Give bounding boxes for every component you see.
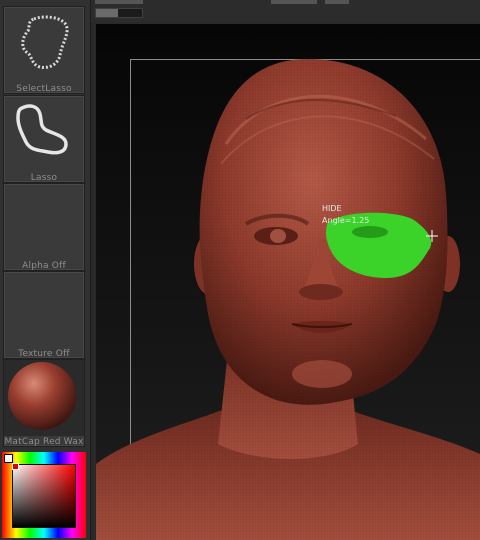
lasso-tool[interactable]: Lasso <box>3 95 85 183</box>
matcap-sphere-icon <box>4 360 84 436</box>
material-label: MatCap Red Wax <box>4 437 84 447</box>
alpha-slot[interactable]: Alpha Off <box>3 183 85 271</box>
color-picker[interactable] <box>2 452 86 538</box>
hud-angle-label: Angle=1.25 <box>322 216 370 225</box>
toolbar-slider[interactable] <box>95 8 143 18</box>
toolbar-tab-2[interactable] <box>271 0 317 4</box>
texture-icon <box>4 272 84 348</box>
toolbar-tab-1[interactable] <box>95 0 143 4</box>
select-lasso-icon <box>21 15 69 69</box>
lasso-label: Lasso <box>30 173 58 183</box>
top-toolbar <box>91 0 480 22</box>
select-lasso-tool[interactable]: SelectLasso <box>3 6 85 94</box>
toolbar-tab-3[interactable] <box>325 0 349 4</box>
saturation-value-field[interactable] <box>12 464 76 528</box>
viewport-canvas[interactable]: HIDE Angle=1.25 <box>96 24 480 540</box>
toolbar-slider-fill <box>96 9 118 17</box>
material-slot[interactable]: MatCap Red Wax <box>3 359 85 447</box>
color-picker-handle[interactable] <box>12 463 19 470</box>
lasso-icon <box>16 104 68 155</box>
select-lasso-label: SelectLasso <box>16 84 72 94</box>
sculpt-head-model[interactable] <box>96 24 480 540</box>
primary-color-swatch[interactable] <box>4 454 13 463</box>
tool-shelf: SelectLasso Lasso Alpha Off Texture Off <box>0 0 91 540</box>
alpha-icon <box>4 184 84 260</box>
texture-label: Texture Off <box>18 349 70 359</box>
texture-slot[interactable]: Texture Off <box>3 271 85 359</box>
alpha-label: Alpha Off <box>22 261 66 271</box>
hud-mode-label: HIDE <box>322 204 342 213</box>
